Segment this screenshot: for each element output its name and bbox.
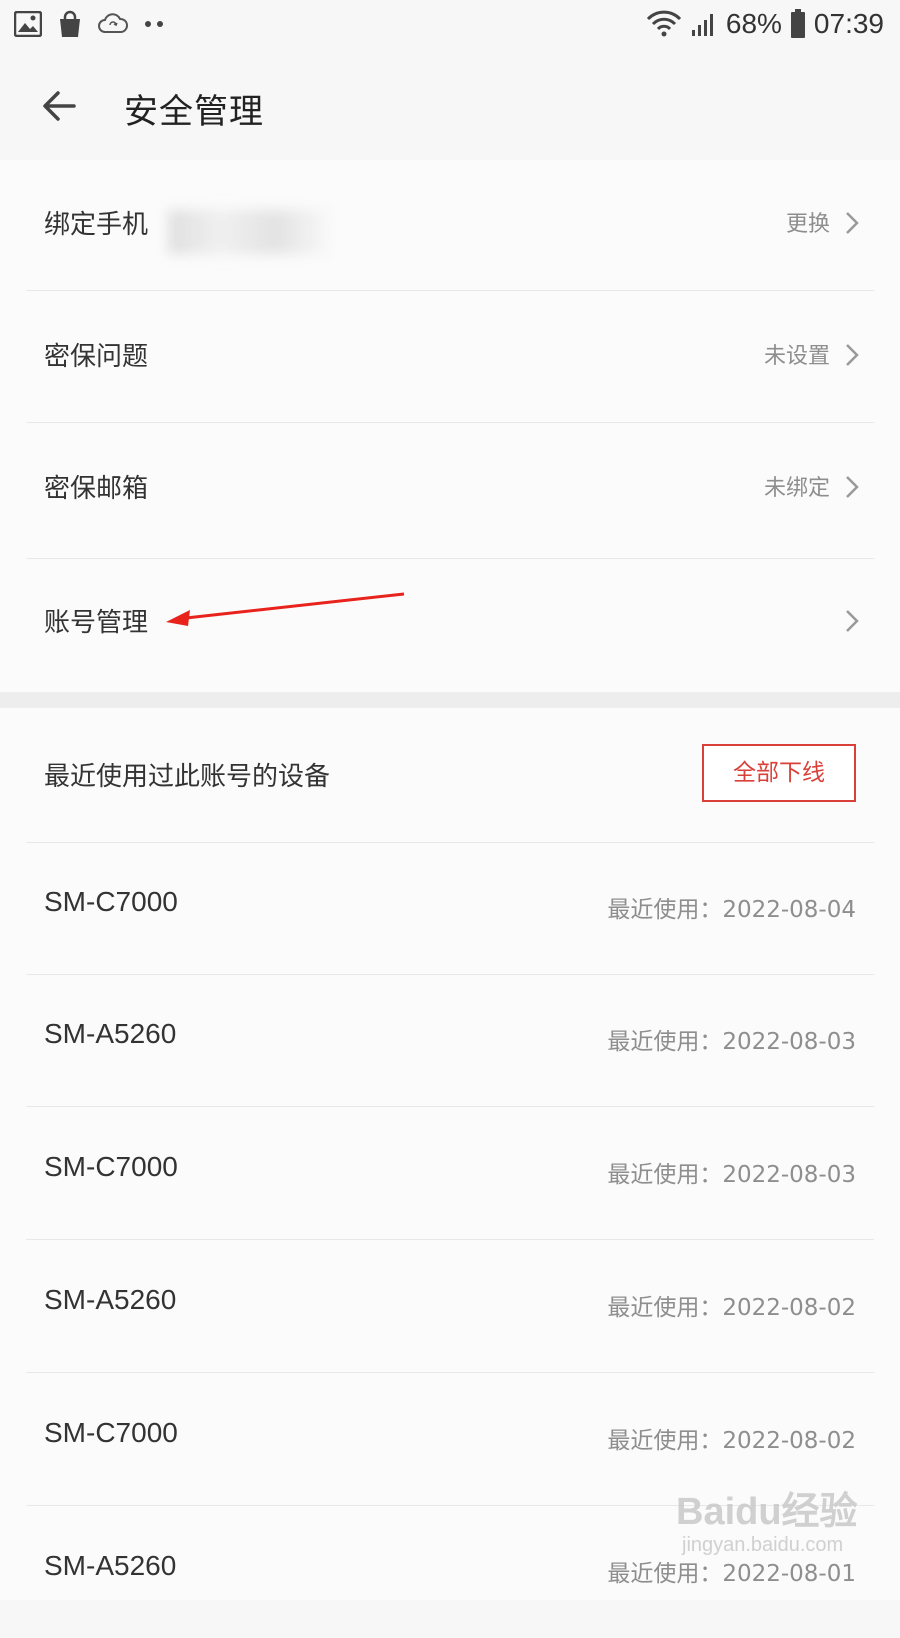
- baidu-watermark: Baidu经验 jingyan.baidu.com: [676, 1480, 876, 1580]
- device-row: SM-C7000 最近使用：2022-08-03: [26, 1107, 874, 1240]
- security-email-label: 密保邮箱: [44, 474, 149, 504]
- bind-phone-label: 绑定手机: [44, 210, 149, 240]
- device-row: SM-C7000 最近使用：2022-08-04: [26, 842, 874, 975]
- back-button[interactable]: [36, 82, 84, 130]
- device-name: SM-A5260: [44, 1018, 177, 1049]
- status-right: 68% 07:39: [646, 8, 884, 40]
- wifi-icon: [646, 10, 681, 37]
- battery-percent: 68%: [725, 8, 782, 39]
- devices-title: 最近使用过此账号的设备: [44, 762, 331, 792]
- back-arrow-icon: [43, 91, 76, 121]
- watermark-sub: jingyan.baidu.com: [682, 1534, 844, 1556]
- device-last-used: 最近使用：2022-08-02: [607, 1428, 856, 1454]
- signal-icon: [691, 14, 713, 36]
- battery-icon: [790, 9, 805, 38]
- watermark-main: Baidu经验: [676, 1491, 858, 1533]
- change-phone-link[interactable]: 更换: [786, 206, 830, 238]
- device-name: SM-C7000: [44, 1151, 178, 1182]
- device-last-used: 最近使用：2022-08-03: [607, 1162, 856, 1188]
- device-last-used: 最近使用：2022-08-03: [607, 1029, 856, 1055]
- device-row: SM-A5260 最近使用：2022-08-02: [26, 1240, 874, 1373]
- page-title: 安全管理: [124, 92, 264, 132]
- chevron-right-icon: [846, 610, 859, 632]
- security-question-row[interactable]: 密保问题 未设置: [26, 292, 874, 423]
- device-name: SM-C7000: [44, 1417, 178, 1448]
- clock-time: 07:39: [813, 8, 884, 39]
- chevron-right-icon: [846, 212, 859, 234]
- account-management-label: 账号管理: [44, 608, 149, 638]
- chevron-right-icon: [846, 344, 859, 366]
- account-management-row[interactable]: 账号管理: [26, 558, 874, 692]
- redacted-phone-number: [168, 210, 328, 254]
- section-divider: [0, 692, 900, 708]
- security-question-status: 未设置: [763, 344, 830, 369]
- shopping-bag-icon: [60, 10, 80, 37]
- device-name: SM-A5260: [44, 1284, 177, 1315]
- status-bar: 68% 07:39: [0, 0, 900, 54]
- cloud-sync-icon: [98, 13, 128, 33]
- security-email-row[interactable]: 密保邮箱 未绑定: [26, 424, 874, 559]
- devices-header: 最近使用过此账号的设备 全部下线: [26, 708, 874, 843]
- bind-phone-row[interactable]: 绑定手机 更换: [26, 160, 874, 291]
- chevron-right-icon: [846, 476, 859, 498]
- app-bar: 安全管理: [0, 54, 900, 160]
- device-row: SM-A5260 最近使用：2022-08-03: [26, 974, 874, 1107]
- device-name: SM-C7000: [44, 886, 178, 917]
- gallery-icon: [14, 11, 42, 37]
- device-last-used: 最近使用：2022-08-04: [607, 897, 856, 923]
- security-question-label: 密保问题: [44, 342, 149, 372]
- security-email-status: 未绑定: [763, 476, 830, 501]
- more-dots-icon: [145, 21, 163, 27]
- device-last-used: 最近使用：2022-08-02: [607, 1295, 856, 1321]
- device-name: SM-A5260: [44, 1550, 177, 1581]
- logout-all-button[interactable]: 全部下线: [702, 744, 856, 802]
- status-left-icons: [14, 10, 168, 38]
